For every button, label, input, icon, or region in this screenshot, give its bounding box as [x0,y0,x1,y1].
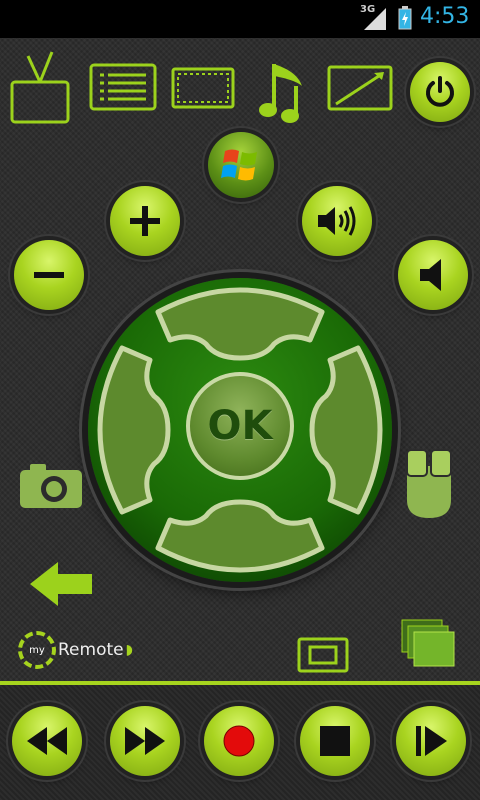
aspect-icon[interactable] [326,64,394,112]
gallery-icon[interactable] [400,618,458,670]
volume-up-plus-icon [130,206,160,236]
logo-ring: my [18,631,56,669]
minus-button[interactable] [14,240,84,310]
power-button[interactable] [410,62,470,122]
ok-button[interactable]: OK [186,372,294,480]
rewind-button[interactable] [12,706,82,776]
dpad-right[interactable] [309,345,383,515]
speaker-mute-icon [420,259,441,291]
music-icon[interactable] [256,56,312,126]
clock: 4:53 [420,4,470,29]
stop-icon [320,726,350,756]
plus-button[interactable] [110,186,180,256]
dpad-up[interactable] [155,287,325,361]
record-button[interactable] [204,706,274,776]
logo-prefix: my [29,644,45,656]
rewind-icon [27,727,67,755]
power-icon [426,76,454,107]
screen-icon[interactable] [296,636,350,674]
volume-down-minus-icon [34,272,64,278]
volume-loud-button[interactable] [302,186,372,256]
dpad-left[interactable] [97,345,171,515]
back-arrow-icon[interactable] [28,560,94,608]
dpad-down[interactable] [155,499,325,573]
ok-label: OK [207,403,273,449]
battery-icon [398,6,412,30]
signal-icon [364,8,386,30]
stop-button[interactable] [300,706,370,776]
play-button[interactable] [396,706,466,776]
record-icon [223,725,255,757]
logo-word: Remote [58,640,124,660]
windows-logo-icon [221,149,257,181]
myremote-logo: my Remote ◗ [18,626,136,674]
camera-icon[interactable] [18,460,84,510]
windows-button[interactable] [208,132,274,198]
mouse-icon[interactable] [404,448,454,520]
guide-list-icon[interactable] [88,62,158,112]
volume-mute-button[interactable] [398,240,468,310]
play-icon [416,726,447,756]
tv-icon[interactable] [8,50,72,128]
fast-forward-button[interactable] [110,706,180,776]
fast-forward-icon [125,727,165,755]
speaker-loud-icon [318,206,356,236]
widescreen-icon[interactable] [170,66,236,110]
logo-tail-icon: ◗ [125,642,133,658]
status-bar: 3G 4:53 [0,0,480,38]
